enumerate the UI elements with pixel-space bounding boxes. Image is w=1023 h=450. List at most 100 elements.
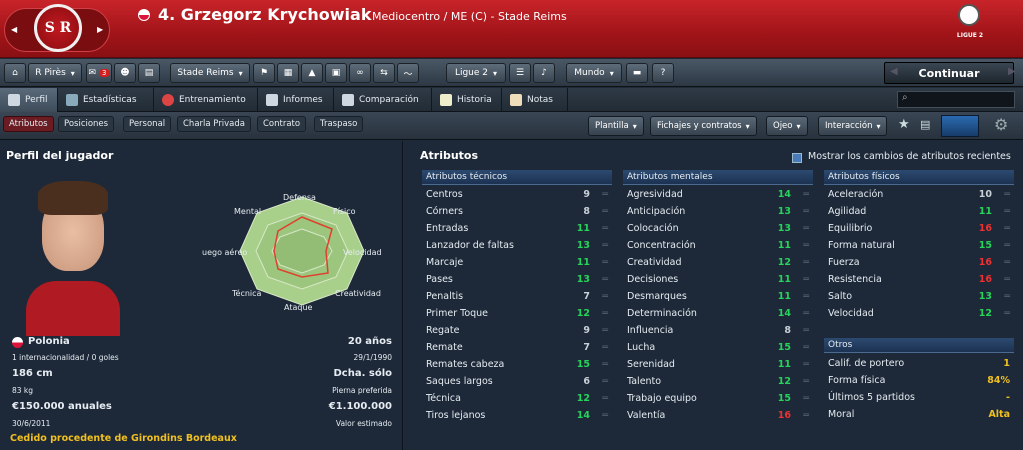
- fixtures-button[interactable]: ♪: [533, 63, 555, 83]
- subtab-traspaso[interactable]: Traspaso: [314, 116, 364, 132]
- tab-informes[interactable]: Informes: [258, 88, 334, 112]
- attribute-name: Pases: [426, 274, 453, 285]
- people-button[interactable]: ☻: [114, 63, 136, 83]
- attribute-row[interactable]: Influencia 8 ═: [623, 322, 813, 339]
- attribute-row[interactable]: Salto 13 ═: [824, 288, 1014, 305]
- settings-gear-icon[interactable]: ⚙: [994, 115, 1008, 134]
- ojeo-menu[interactable]: Ojeo: [766, 116, 808, 136]
- attribute-name: Concentración: [627, 240, 696, 251]
- attribute-row[interactable]: Saques largos 6 ═: [422, 373, 612, 390]
- attribute-row[interactable]: Velocidad 12 ═: [824, 305, 1014, 322]
- wage-value: €150.000 anuales: [12, 401, 112, 412]
- attribute-row[interactable]: Lanzador de faltas 13 ═: [422, 237, 612, 254]
- attribute-row[interactable]: Regate 9 ═: [422, 322, 612, 339]
- attribute-row[interactable]: Valentía 16 ═: [623, 407, 813, 424]
- recent-changes-checkbox[interactable]: [792, 153, 802, 163]
- tab-estadisticas[interactable]: Estadísticas: [58, 88, 154, 112]
- attribute-row[interactable]: Primer Toque 12 ═: [422, 305, 612, 322]
- back-arrow-icon[interactable]: ◀: [11, 25, 17, 34]
- finances-button[interactable]: 〜: [397, 63, 419, 83]
- league-ball-icon: [958, 4, 980, 26]
- attribute-row[interactable]: Centros 9 ═: [422, 186, 612, 203]
- attribute-value: 7: [583, 342, 590, 353]
- attribute-row[interactable]: Decisiones 11 ═: [623, 271, 813, 288]
- notes-button[interactable]: ▤: [138, 63, 160, 83]
- attribute-row[interactable]: Últimos 5 partidos -: [824, 389, 1014, 406]
- tab-perfil[interactable]: Perfil: [0, 88, 58, 112]
- attribute-row[interactable]: Trabajo equipo 15 ═: [623, 390, 813, 407]
- attribute-row[interactable]: Agilidad 11 ═: [824, 203, 1014, 220]
- schedule-button[interactable]: ▣: [325, 63, 347, 83]
- club-menu[interactable]: Stade Reims: [170, 63, 250, 83]
- attribute-row[interactable]: Lucha 15 ═: [623, 339, 813, 356]
- clipboard-icon: ▤: [144, 68, 154, 78]
- attribute-row[interactable]: Marcaje 11 ═: [422, 254, 612, 271]
- nationality[interactable]: Polonia: [28, 336, 70, 347]
- forward-arrow-icon[interactable]: ▶: [97, 25, 103, 34]
- interaccion-menu[interactable]: Interacción: [818, 116, 888, 136]
- attribute-row[interactable]: Talento 12 ═: [623, 373, 813, 390]
- tactics-button[interactable]: ▦: [277, 63, 299, 83]
- attribute-value: 12: [576, 393, 590, 404]
- tab-entrenamiento[interactable]: Entrenamiento: [154, 88, 258, 112]
- attribute-row[interactable]: Colocación 13 ═: [623, 220, 813, 237]
- attribute-row[interactable]: Resistencia 16 ═: [824, 271, 1014, 288]
- attribute-row[interactable]: Anticipación 13 ═: [623, 203, 813, 220]
- help-button[interactable]: ?: [652, 63, 674, 83]
- squad-button[interactable]: ⚑: [253, 63, 275, 83]
- attribute-row[interactable]: Forma física 84%: [824, 372, 1014, 389]
- attribute-row[interactable]: Forma natural 15 ═: [824, 237, 1014, 254]
- attribute-value: 13: [576, 274, 590, 285]
- subtab-personal[interactable]: Personal: [123, 116, 172, 132]
- attribute-row[interactable]: Moral Alta: [824, 406, 1014, 423]
- star-icon[interactable]: ★: [898, 117, 910, 132]
- weight-value: 83 kg: [12, 386, 34, 395]
- tab-notas[interactable]: Notas: [502, 88, 568, 112]
- league-logo[interactable]: LIGUE 2: [940, 2, 1000, 54]
- note-icon[interactable]: ▤: [920, 118, 930, 131]
- fichajes-menu[interactable]: Fichajes y contratos: [650, 116, 757, 136]
- attribute-row[interactable]: Fuerza 16 ═: [824, 254, 1014, 271]
- attribute-row[interactable]: Tiros lejanos 14 ═: [422, 407, 612, 424]
- tab-historia[interactable]: Historia: [432, 88, 502, 112]
- attribute-row[interactable]: Remate 7 ═: [422, 339, 612, 356]
- plantilla-menu[interactable]: Plantilla: [588, 116, 644, 136]
- main-toolbar: ⌂ R Pirès ✉3 ☻ ▤ Stade Reims ⚑ ▦ ▲ ▣ ∞ ⇆…: [0, 59, 1023, 87]
- attribute-name: Talento: [627, 376, 662, 387]
- view-toggle-button[interactable]: [941, 115, 979, 137]
- subtab-atributos[interactable]: Atributos: [3, 116, 54, 132]
- subtab-charla-privada[interactable]: Charla Privada: [177, 116, 251, 132]
- podium-button[interactable]: ▬: [626, 63, 648, 83]
- attribute-row[interactable]: Remates cabeza 15 ═: [422, 356, 612, 373]
- attribute-row[interactable]: Equilibrio 16 ═: [824, 220, 1014, 237]
- inbox-button[interactable]: ✉ 3: [86, 63, 112, 83]
- attribute-row[interactable]: Serenidad 11 ═: [623, 356, 813, 373]
- attribute-row[interactable]: Creatividad 12 ═: [623, 254, 813, 271]
- club-crest-icon[interactable]: S R: [34, 4, 82, 52]
- subtab-posiciones[interactable]: Posiciones: [58, 116, 115, 132]
- table-button[interactable]: ☰: [509, 63, 531, 83]
- attribute-row[interactable]: Concentración 11 ═: [623, 237, 813, 254]
- home-button[interactable]: ⌂: [4, 63, 26, 83]
- continue-button[interactable]: Continuar: [884, 62, 1014, 84]
- attribute-row[interactable]: Entradas 11 ═: [422, 220, 612, 237]
- subtab-contrato[interactable]: Contrato: [257, 116, 307, 132]
- attribute-row[interactable]: Determinación 14 ═: [623, 305, 813, 322]
- attribute-row[interactable]: Desmarques 11 ═: [623, 288, 813, 305]
- training-button[interactable]: ▲: [301, 63, 323, 83]
- attribute-row[interactable]: Pases 13 ═: [422, 271, 612, 288]
- league-menu[interactable]: Ligue 2: [446, 63, 506, 83]
- attribute-row[interactable]: Córners 8 ═: [422, 203, 612, 220]
- world-menu[interactable]: Mundo: [566, 63, 622, 83]
- search-input[interactable]: ⌕: [897, 91, 1015, 108]
- transfers-button[interactable]: ⇆: [373, 63, 395, 83]
- attribute-row[interactable]: Aceleración 10 ═: [824, 186, 1014, 203]
- attribute-row[interactable]: Calif. de portero 1: [824, 355, 1014, 372]
- scouting-button[interactable]: ∞: [349, 63, 371, 83]
- attribute-row[interactable]: Penaltis 7 ═: [422, 288, 612, 305]
- loan-status[interactable]: Cedido procedente de Girondins Bordeaux: [10, 433, 237, 444]
- manager-menu[interactable]: R Pirès: [28, 63, 82, 83]
- tab-comparacion[interactable]: Comparación: [334, 88, 432, 112]
- attribute-row[interactable]: Técnica 12 ═: [422, 390, 612, 407]
- attribute-row[interactable]: Agresividad 14 ═: [623, 186, 813, 203]
